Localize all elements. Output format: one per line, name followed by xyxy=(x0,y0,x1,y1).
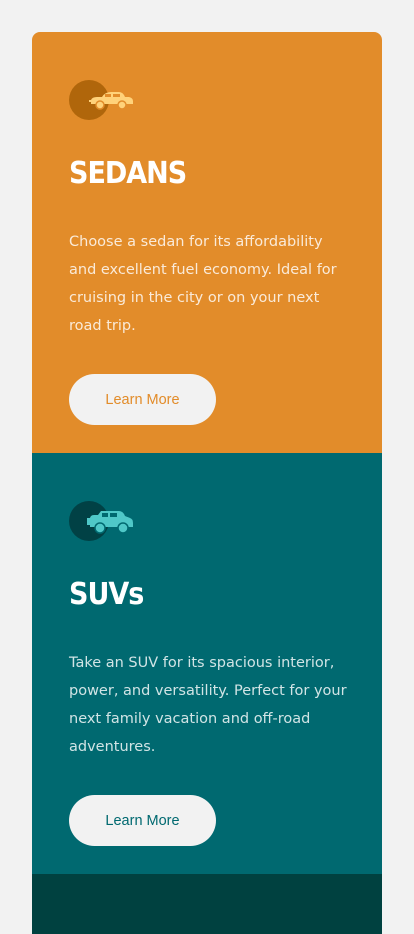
card-list: SEDANS Choose a sedan for its affordabil… xyxy=(32,32,382,934)
learn-more-button[interactable]: Learn More xyxy=(69,374,216,425)
suv-car-icon xyxy=(69,501,139,541)
card-description: Choose a sedan for its affordability and… xyxy=(69,234,337,334)
card-luxury-partial xyxy=(32,874,382,934)
card-title: SUVs xyxy=(69,577,144,612)
card-description: Take an SUV for its spacious interior, p… xyxy=(69,655,347,755)
card-sedans: SEDANS Choose a sedan for its affordabil… xyxy=(32,32,382,453)
card-suvs: SUVs Take an SUV for its spacious interi… xyxy=(32,453,382,874)
card-title: SEDANS xyxy=(69,156,187,191)
learn-more-button[interactable]: Learn More xyxy=(69,795,216,846)
sedan-car-icon xyxy=(69,80,139,120)
